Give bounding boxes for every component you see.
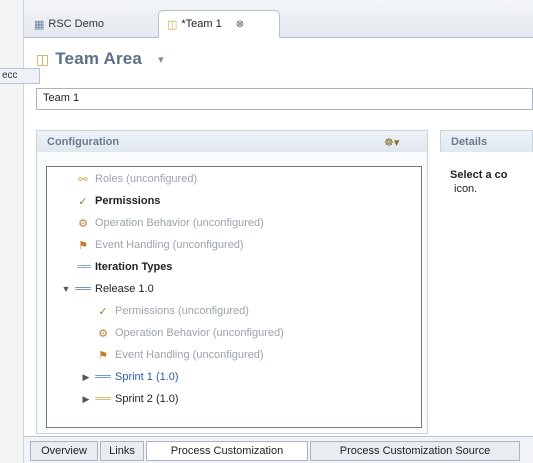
tree-item-permissions[interactable]: ✓ Permissions	[47, 190, 421, 212]
tree-item-release-1-0[interactable]: ▼ ══ Release 1.0	[47, 278, 421, 300]
expand-right-icon[interactable]: ▶	[81, 394, 91, 405]
tree-item-label: Permissions	[95, 195, 161, 207]
details-title: Details	[451, 135, 488, 148]
sprint-icon: ══	[95, 371, 111, 383]
tree-item-release-event-handling[interactable]: ⚑ Event Handling (unconfigured)	[47, 344, 421, 366]
tab-team-1[interactable]: ◫ *Team 1 ⊗	[158, 10, 280, 38]
close-icon[interactable]: ⊗	[236, 19, 244, 30]
sprint-icon: ══	[95, 393, 111, 405]
tab-process-customization[interactable]: Process Customization	[146, 441, 308, 461]
details-section-header: Details	[440, 130, 533, 152]
configuration-title: Configuration	[47, 135, 120, 148]
event-handling-icon: ⚑	[78, 239, 88, 252]
details-help-text-rest: icon.	[454, 183, 478, 195]
left-view-tab[interactable]: ecc	[0, 68, 40, 84]
chevron-down-icon[interactable]: ▾	[158, 53, 164, 66]
configuration-tree[interactable]: ⚯ Roles (unconfigured) ✓ Permissions ⚙ O…	[46, 166, 422, 428]
tab-links[interactable]: Links	[100, 441, 144, 461]
tree-item-operation-behavior[interactable]: ⚙ Operation Behavior (unconfigured)	[47, 212, 421, 234]
tree-item-label: Sprint 1 (1.0)	[115, 371, 179, 383]
tree-item-release-operation-behavior[interactable]: ⚙ Operation Behavior (unconfigured)	[47, 322, 421, 344]
tab-overview[interactable]: Overview	[30, 441, 98, 461]
tree-item-label: Operation Behavior (unconfigured)	[115, 327, 284, 339]
configuration-toolbar-dropdown-icon[interactable]: ☸▾	[384, 136, 399, 149]
expand-down-icon[interactable]: ▼	[61, 284, 71, 294]
tree-item-label: Event Handling (unconfigured)	[95, 239, 244, 251]
team-area-header-icon: ◫	[36, 50, 50, 67]
project-icon: ▦	[34, 18, 45, 31]
tree-item-label: Event Handling (unconfigured)	[115, 349, 264, 361]
details-help-text: Select a co icon.	[450, 168, 533, 196]
operation-behavior-icon: ⚙	[98, 327, 108, 340]
release-icon: ══	[75, 283, 91, 295]
tree-item-label: Roles (unconfigured)	[95, 173, 198, 185]
tree-item-sprint-2[interactable]: ▶ ══ Sprint 2 (1.0)	[47, 388, 421, 410]
roles-icon: ⚯	[78, 173, 88, 186]
tree-item-iteration-types[interactable]: ══ Iteration Types	[47, 256, 421, 278]
tab-rsc-demo[interactable]: ▦ RSC Demo	[26, 10, 152, 38]
tab-process-customization-source[interactable]: Process Customization Source	[310, 441, 520, 461]
event-handling-icon: ⚑	[98, 349, 108, 362]
configuration-section-header: Configuration	[36, 130, 428, 152]
team-name-input[interactable]: Team 1	[36, 88, 533, 110]
tree-item-label: Permissions (unconfigured)	[115, 305, 249, 317]
tree-item-release-permissions[interactable]: ✓ Permissions (unconfigured)	[47, 300, 421, 322]
tree-item-roles[interactable]: ⚯ Roles (unconfigured)	[47, 168, 421, 190]
permissions-icon: ✓	[98, 305, 108, 318]
team-area-icon: ◫	[167, 18, 178, 31]
tab-rsc-demo-label: RSC Demo	[48, 18, 105, 30]
tree-item-sprint-1[interactable]: ▶ ══ Sprint 1 (1.0)	[47, 366, 421, 388]
tree-item-label: Iteration Types	[95, 261, 173, 273]
tab-team-1-label: *Team 1	[181, 18, 222, 30]
team-area-header: ◫ Team Area ▾	[36, 46, 164, 72]
expand-right-icon[interactable]: ▶	[81, 372, 91, 383]
operation-behavior-icon: ⚙	[78, 217, 88, 230]
tree-item-event-handling[interactable]: ⚑ Event Handling (unconfigured)	[47, 234, 421, 256]
iteration-types-icon: ══	[77, 261, 91, 273]
page-title: Team Area	[55, 49, 143, 68]
tree-item-label: Release 1.0	[95, 283, 154, 295]
permissions-icon: ✓	[78, 195, 88, 208]
details-help-text-bold: Select a co	[450, 169, 508, 181]
tree-item-label: Sprint 2 (1.0)	[115, 393, 179, 405]
tree-item-label: Operation Behavior (unconfigured)	[95, 217, 264, 229]
